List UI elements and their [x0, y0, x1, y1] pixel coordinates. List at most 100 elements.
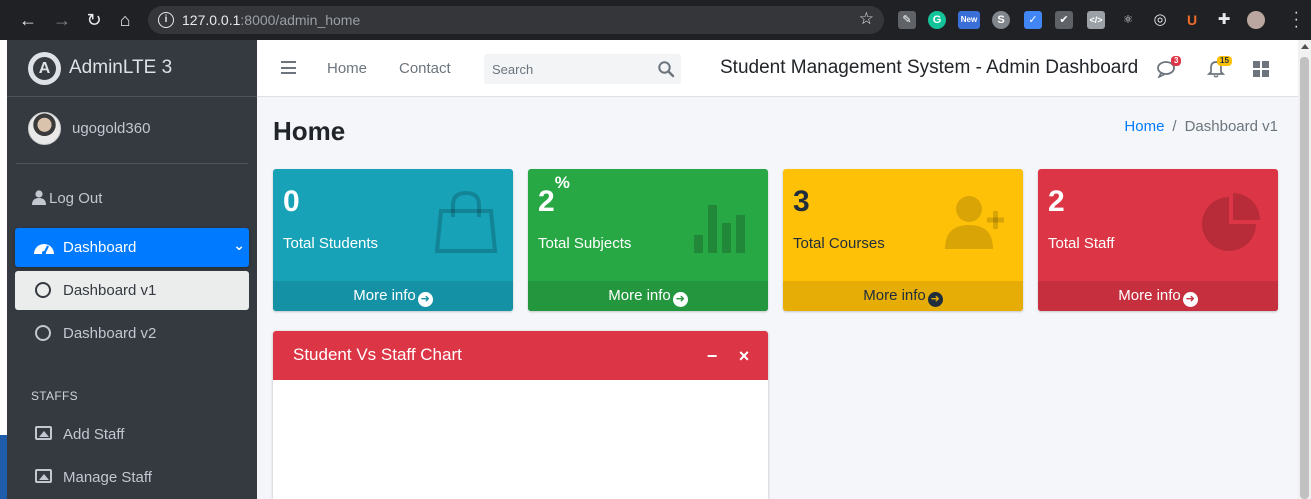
more-info-label: More info — [1118, 287, 1181, 304]
reload-icon[interactable]: ↻ — [82, 8, 106, 32]
small-box-staff: 2 Total Staff More info ➜ — [1038, 169, 1278, 311]
user-avatar — [28, 112, 61, 145]
logout-label: Log Out — [49, 190, 103, 207]
chart-card: Student Vs Staff Chart − × — [273, 331, 768, 499]
nav-home-link[interactable]: Home — [327, 60, 367, 77]
sidebar-item-dashboard-v2[interactable]: Dashboard v2 — [15, 314, 249, 353]
more-info-label: More info — [863, 287, 926, 304]
sidebar-item-dashboard-v1[interactable]: Dashboard v1 — [15, 271, 249, 310]
url-text[interactable]: 127.0.0.1:8000/admin_home — [182, 12, 360, 28]
shopping-bag-icon — [434, 190, 498, 253]
sidebar-item-label: Add Staff — [63, 426, 125, 443]
sidebar-section-header: STAFFS — [31, 389, 78, 403]
extension-u-icon[interactable]: U — [1183, 11, 1201, 29]
notifications-dropdown[interactable]: 15 — [1206, 56, 1232, 78]
notifications-badge: 15 — [1217, 56, 1232, 66]
extension-new-icon[interactable]: New — [958, 11, 980, 29]
brand-text: AdminLTE 3 — [69, 57, 173, 78]
close-icon[interactable]: × — [736, 346, 752, 367]
box-value: 3 — [793, 185, 810, 218]
breadcrumb-home-link[interactable]: Home — [1124, 118, 1164, 135]
browser-toolbar: ← → ↻ ⌂ i 127.0.0.1:8000/admin_home ☆ ✎ … — [0, 0, 1311, 40]
more-info-link[interactable]: More info ➜ — [783, 281, 1023, 311]
left-edge-accent — [0, 435, 7, 499]
extension-s-icon[interactable]: S — [992, 11, 1010, 29]
user-plus-icon — [945, 196, 1004, 249]
scrollbar-thumb[interactable] — [1300, 57, 1309, 499]
sidebar-item-label: Dashboard v2 — [63, 325, 157, 342]
small-box-subjects: 2% Total Subjects More info ➜ — [528, 169, 768, 311]
circle-icon — [35, 325, 51, 341]
tachometer-icon — [34, 244, 54, 255]
sidebar-item-label: Dashboard v1 — [63, 282, 157, 299]
scroll-up-arrow-icon[interactable] — [1301, 44, 1309, 49]
extension-new-label: New — [960, 15, 978, 24]
more-info-link[interactable]: More info ➜ — [528, 281, 768, 311]
site-info-icon[interactable]: i — [158, 12, 174, 28]
back-arrow-icon[interactable]: ← — [16, 8, 40, 32]
box-value-suffix: % — [554, 173, 570, 192]
more-info-label: More info — [353, 287, 416, 304]
search-icon[interactable] — [657, 60, 675, 78]
adminlte-logo-icon: A — [28, 52, 61, 85]
arrow-circle-right-icon: ➜ — [672, 292, 688, 307]
box-value: 0 — [283, 185, 300, 218]
hamburger-menu-icon[interactable] — [281, 61, 296, 74]
messages-badge: 3 — [1171, 56, 1182, 66]
extension-check-icon[interactable]: ✓ — [1024, 11, 1042, 29]
extension-pen-icon[interactable]: ✎ — [898, 11, 916, 29]
nav-contact-link[interactable]: Contact — [399, 60, 451, 77]
bar-chart-icon — [694, 205, 745, 253]
left-edge-strip — [0, 40, 7, 499]
box-value: 2% — [538, 173, 570, 219]
page-scrollbar[interactable] — [1298, 40, 1311, 499]
extension-code-icon[interactable]: </> — [1087, 11, 1105, 29]
extensions-puzzle-icon[interactable]: ✚ — [1215, 11, 1233, 29]
breadcrumb-separator: / — [1172, 118, 1177, 135]
logo-letter: A — [33, 57, 56, 80]
th-large-icon[interactable] — [1253, 61, 1269, 77]
user-name: ugogold360 — [72, 120, 151, 137]
arrow-circle-right-icon: ➜ — [927, 292, 943, 307]
user-panel[interactable]: ugogold360 — [16, 97, 248, 164]
system-title: Student Management System - Admin Dashbo… — [720, 57, 1139, 78]
sidebar-item-label: Dashboard — [63, 239, 137, 256]
sidebar-item-label: Manage Staff — [63, 469, 152, 486]
extension-target-icon[interactable]: ◎ — [1151, 11, 1169, 29]
more-info-link[interactable]: More info ➜ — [1038, 281, 1278, 311]
grammarly-icon[interactable]: G — [928, 11, 946, 29]
url-host: 127.0.0.1 — [182, 12, 241, 28]
forward-arrow-icon[interactable]: → — [50, 8, 74, 32]
breadcrumb: Home / Dashboard v1 — [1124, 118, 1278, 135]
image-icon — [35, 469, 52, 483]
sidebar-item-add-staff[interactable]: Add Staff — [15, 415, 249, 454]
messages-dropdown[interactable]: 3 — [1157, 56, 1182, 79]
arrow-circle-right-icon: ➜ — [417, 292, 433, 307]
breadcrumb-current: Dashboard v1 — [1184, 118, 1278, 135]
home-icon[interactable]: ⌂ — [113, 8, 137, 32]
sidebar-item-dashboard[interactable]: Dashboard ⌄ — [15, 228, 249, 267]
box-label: Total Courses — [793, 235, 885, 252]
page-title: Home — [273, 116, 346, 146]
small-box-students: 0 Total Students More info ➜ — [273, 169, 513, 311]
react-devtools-icon[interactable]: ⚛ — [1119, 11, 1137, 29]
search-input[interactable] — [484, 54, 649, 84]
profile-avatar-icon[interactable] — [1247, 11, 1265, 29]
circle-icon — [35, 282, 51, 298]
bookmark-star-icon[interactable]: ☆ — [859, 9, 874, 29]
box-label: Total Subjects — [538, 235, 632, 252]
pie-chart-icon — [1202, 193, 1260, 251]
sidebar-item-manage-staff[interactable]: Manage Staff — [15, 458, 249, 497]
browser-menu-icon[interactable]: · · · — [1294, 5, 1299, 35]
brand-link[interactable]: A AdminLTE 3 — [7, 40, 257, 97]
card-title: Student Vs Staff Chart — [293, 345, 462, 364]
more-info-link[interactable]: More info ➜ — [273, 281, 513, 311]
card-header: Student Vs Staff Chart − × — [273, 331, 768, 380]
main-sidebar: A AdminLTE 3 ugogold360 Log Out Dashboar… — [7, 40, 257, 499]
extension-list-icon[interactable]: ✔ — [1055, 11, 1073, 29]
collapse-minus-icon[interactable]: − — [704, 346, 720, 367]
logout-link[interactable]: Log Out — [32, 190, 102, 207]
small-box-courses: 3 Total Courses More info ➜ — [783, 169, 1023, 311]
arrow-circle-right-icon: ➜ — [1182, 292, 1198, 307]
address-bar[interactable]: i 127.0.0.1:8000/admin_home ☆ — [148, 6, 884, 34]
